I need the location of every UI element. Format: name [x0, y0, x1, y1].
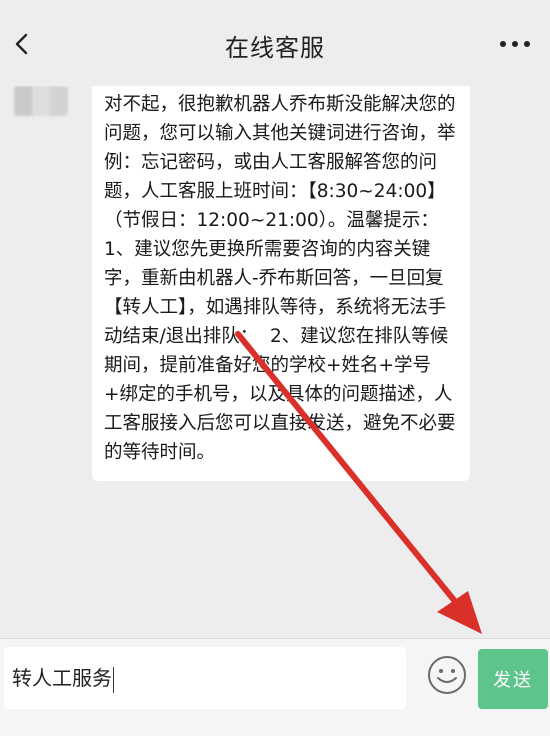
text-caret: [113, 666, 114, 693]
agent-avatar: [14, 86, 68, 116]
chevron-left-icon: [15, 33, 28, 55]
message-input-value: 转人工服务: [12, 666, 112, 690]
message-text: 对不起，很抱歉机器人乔布斯没能解决您的问题，您可以输入其他关键词进行咨询，举例：…: [104, 94, 456, 463]
message-bubble[interactable]: 对不起，很抱歉机器人乔布斯没能解决您的问题，您可以输入其他关键词进行咨询，举例：…: [92, 86, 470, 481]
emoji-smile-icon: [428, 656, 466, 694]
chat-area[interactable]: 对不起，很抱歉机器人乔布斯没能解决您的问题，您可以输入其他关键词进行咨询，举例：…: [0, 86, 550, 638]
header-bar: 在线客服: [0, 0, 550, 86]
message-input[interactable]: 转人工服务: [4, 647, 406, 709]
composer-bar: 转人工服务 发送: [0, 638, 550, 736]
more-options-button[interactable]: [494, 30, 536, 58]
emoji-button[interactable]: [425, 653, 469, 697]
more-horizontal-icon: [500, 41, 530, 47]
back-button[interactable]: [6, 24, 38, 64]
page-title: 在线客服: [225, 34, 325, 62]
send-button[interactable]: 发送: [478, 649, 548, 709]
